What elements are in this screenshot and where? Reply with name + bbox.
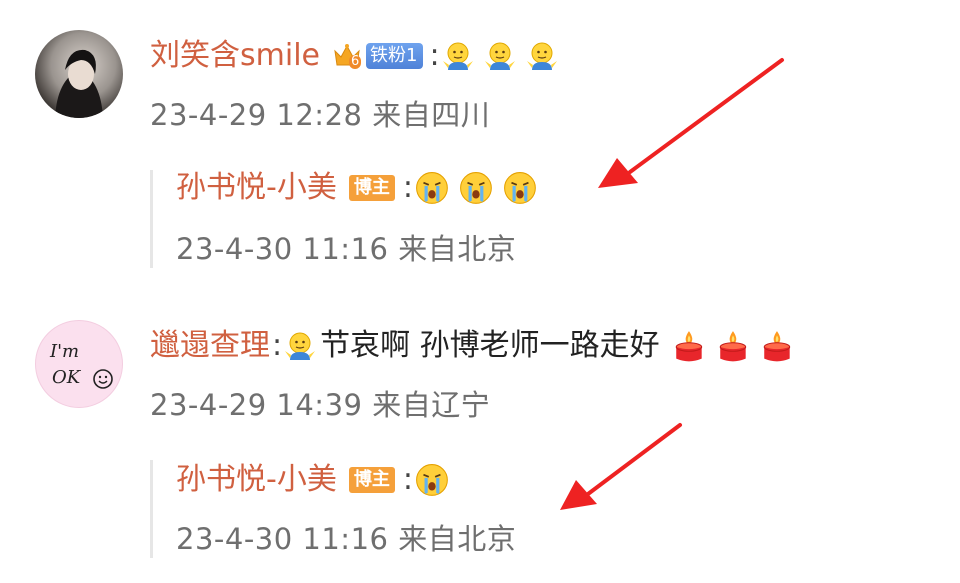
avatar-text-line1: I'm	[50, 341, 80, 362]
colon: :	[402, 170, 413, 205]
avatar-text-line2: OK	[52, 367, 81, 388]
reply-meta: 23-4-30 11:16 来自北京	[176, 232, 517, 266]
annotation-arrows	[560, 58, 784, 510]
colon: :	[429, 38, 440, 73]
candle-emoji	[763, 330, 790, 362]
reply-header: 孙书悦-小美 博主 :	[176, 462, 449, 498]
comment-meta: 23-4-29 12:28 来自四川	[150, 98, 491, 132]
crying-emoji	[415, 463, 449, 497]
avatar[interactable]: I'm OK	[35, 320, 123, 408]
crying-emoji	[415, 171, 449, 205]
comment-meta: 23-4-29 14:39 来自辽宁	[150, 388, 491, 422]
blogger-badge: 博主	[348, 467, 395, 493]
shrug-emoji	[441, 42, 474, 71]
candle-emoji	[719, 330, 746, 362]
red-arrow	[598, 58, 784, 188]
username[interactable]: 邋遢查理	[150, 328, 270, 364]
candle-emoji	[675, 330, 702, 362]
fan-badge-label: 铁粉1	[369, 45, 418, 66]
comment-text: 节哀啊 孙博老师一路走好	[320, 328, 660, 363]
reply-username[interactable]: 孙书悦-小美	[176, 462, 337, 498]
shrug-emoji	[483, 42, 516, 71]
colon: :	[272, 328, 283, 363]
reply-divider	[150, 460, 153, 558]
vip-level: 6	[348, 54, 362, 69]
comment-header: 邋遢查理 : 节哀啊 孙博老师一路走好	[150, 328, 794, 364]
smiley-icon	[93, 369, 113, 389]
reply-username[interactable]: 孙书悦-小美	[176, 170, 337, 206]
reply-header: 孙书悦-小美 博主 :	[176, 170, 537, 206]
vip-crown-icon: 6	[332, 41, 362, 71]
comment-header: 刘笑含smile 6 铁粉1 :	[150, 38, 558, 74]
fan-badge[interactable]: 铁粉1	[365, 43, 424, 69]
red-arrow	[560, 423, 682, 510]
username[interactable]: 刘笑含smile	[150, 38, 320, 74]
avatar-photo	[55, 49, 103, 118]
crying-emoji	[503, 171, 537, 205]
shrug-emoji	[284, 332, 316, 361]
shrug-emoji	[525, 42, 558, 71]
colon: :	[402, 462, 413, 497]
avatar[interactable]	[35, 30, 123, 118]
reply-divider	[150, 170, 153, 268]
blogger-badge: 博主	[348, 175, 395, 201]
reply-meta: 23-4-30 11:16 来自北京	[176, 522, 517, 556]
crying-emoji	[459, 171, 493, 205]
